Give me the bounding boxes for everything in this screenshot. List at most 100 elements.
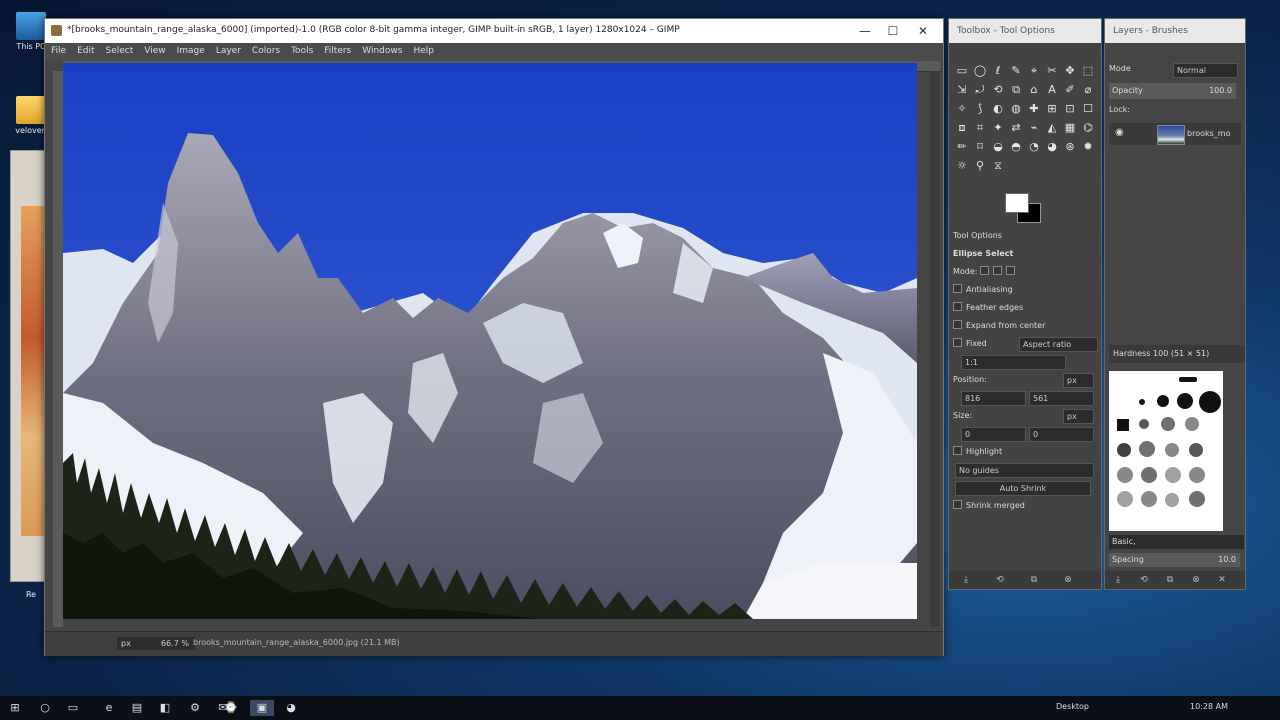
brush-item[interactable] xyxy=(1141,491,1157,507)
brush-item[interactable] xyxy=(1139,399,1145,405)
checkbox-icon[interactable] xyxy=(953,500,962,509)
tool-button[interactable]: ⌬ xyxy=(1079,118,1097,137)
brush-item[interactable] xyxy=(1141,467,1157,483)
highlight-option[interactable]: Highlight xyxy=(953,443,1099,461)
tool-button[interactable]: ⧈ xyxy=(953,118,971,137)
desktop-toolbar-label[interactable]: Desktop xyxy=(1056,702,1089,711)
position-unit-select[interactable]: px xyxy=(1063,373,1094,388)
tool-button[interactable]: ⌁ xyxy=(1025,118,1043,137)
menu-image[interactable]: Image xyxy=(171,43,210,56)
save-options-button[interactable]: ⤓ xyxy=(949,571,983,589)
reset-options-button[interactable]: ⊗ xyxy=(1051,571,1085,589)
tool-button[interactable]: ⊞ xyxy=(1043,99,1061,118)
restore-options-button[interactable]: ⟲ xyxy=(983,571,1017,589)
layer-row[interactable]: ◉ brooks_mo xyxy=(1109,123,1241,145)
taskbar-app-explorer[interactable]: ▤ xyxy=(128,700,146,716)
shrink-merged-option[interactable]: Shrink merged xyxy=(953,497,1099,515)
tool-button[interactable]: ⤾ xyxy=(971,80,989,99)
taskbar-app-edge[interactable]: e xyxy=(100,700,118,716)
guides-select[interactable]: No guides xyxy=(955,463,1094,478)
fixed-row[interactable]: Fixed Aspect ratio xyxy=(953,335,1099,353)
taskbar-app-clock[interactable]: ⌚ xyxy=(222,700,240,716)
tool-button[interactable]: ⊛ xyxy=(1061,137,1079,156)
antialiasing-option[interactable]: Antialiasing xyxy=(953,281,1099,299)
tool-button[interactable]: ✹ xyxy=(1079,137,1097,156)
brush-grid[interactable] xyxy=(1109,371,1223,531)
brush-item[interactable] xyxy=(1199,391,1221,413)
start-button[interactable]: ⊞ xyxy=(6,700,24,716)
menu-filters[interactable]: Filters xyxy=(318,43,356,56)
brush-item[interactable] xyxy=(1189,491,1205,507)
title-bar[interactable]: *[brooks_mountain_range_alaska_6000] (im… xyxy=(45,19,943,43)
checkbox-icon[interactable] xyxy=(953,338,962,347)
duplicate-options-button[interactable]: ⧉ xyxy=(1017,571,1051,589)
tool-button[interactable]: ☼ xyxy=(953,156,971,175)
tool-button[interactable]: ✂ xyxy=(1043,61,1061,80)
feather-edges-option[interactable]: Feather edges xyxy=(953,299,1099,317)
brush-item[interactable] xyxy=(1185,417,1199,431)
tool-button[interactable]: ✚ xyxy=(1025,99,1043,118)
brush-action-button[interactable]: ⊗ xyxy=(1183,571,1209,589)
tool-button[interactable]: ℓ xyxy=(989,61,1007,80)
tool-button[interactable]: ✎ xyxy=(1007,61,1025,80)
size-h-input[interactable]: 0 xyxy=(1029,427,1094,442)
tool-button[interactable]: ⟲ xyxy=(989,80,1007,99)
brush-item[interactable] xyxy=(1189,443,1203,457)
menu-layer[interactable]: Layer xyxy=(210,43,246,56)
brush-item[interactable] xyxy=(1165,493,1179,507)
search-button[interactable]: ○ xyxy=(36,700,54,716)
brush-item[interactable] xyxy=(1177,393,1193,409)
zoom-selector[interactable]: 66.7 % xyxy=(157,637,195,650)
tool-button[interactable]: ◯ xyxy=(971,61,989,80)
close-button[interactable]: ✕ xyxy=(909,22,937,40)
checkbox-icon[interactable] xyxy=(953,446,962,455)
brush-item[interactable] xyxy=(1139,441,1155,457)
gimp-image-window[interactable]: *[brooks_mountain_range_alaska_6000] (im… xyxy=(44,18,944,656)
tool-button[interactable]: ⌀ xyxy=(1079,80,1097,99)
tool-button[interactable]: ⇲ xyxy=(953,80,971,99)
layer-mode-select[interactable]: Normal xyxy=(1173,63,1238,78)
tool-button[interactable]: ⊡ xyxy=(1061,99,1079,118)
spacing-slider[interactable]: Spacing 10.0 xyxy=(1109,553,1240,567)
brush-item[interactable] xyxy=(1117,443,1131,457)
taskbar-app-gimp[interactable]: ▣ xyxy=(250,700,274,716)
position-x-input[interactable]: 816 xyxy=(961,391,1026,406)
position-y-input[interactable]: 561 xyxy=(1029,391,1094,406)
foreground-color-swatch[interactable] xyxy=(1005,193,1029,213)
vertical-ruler[interactable] xyxy=(53,71,63,627)
tool-button[interactable]: ◓ xyxy=(1007,137,1025,156)
desktop-icon-folder[interactable]: veloven xyxy=(14,96,48,135)
size-unit-select[interactable]: px xyxy=(1063,409,1094,424)
maximize-button[interactable]: ☐ xyxy=(879,22,907,40)
tool-button[interactable]: ⌗ xyxy=(971,118,989,137)
toolbox-dock-title[interactable]: Toolbox - Tool Options xyxy=(949,19,1101,43)
tool-button[interactable]: ⟆ xyxy=(971,99,989,118)
checkbox-icon[interactable] xyxy=(953,284,962,293)
layers-dock-title[interactable]: Layers - Brushes xyxy=(1105,19,1245,43)
brush-item[interactable] xyxy=(1179,377,1197,382)
minimize-button[interactable]: — xyxy=(851,22,879,40)
tool-button[interactable]: ⇄ xyxy=(1007,118,1025,137)
tool-button[interactable]: ⧖ xyxy=(989,156,1007,175)
mode-add-icon[interactable] xyxy=(993,266,1003,275)
brush-action-button[interactable]: ⤓ xyxy=(1105,571,1131,589)
tool-button[interactable]: ▭ xyxy=(953,61,971,80)
tool-button[interactable]: ✥ xyxy=(1061,61,1079,80)
menu-file[interactable]: File xyxy=(45,43,71,56)
tool-button[interactable]: ◕ xyxy=(1043,137,1061,156)
brush-item[interactable] xyxy=(1161,417,1175,431)
tool-button[interactable]: ⬚ xyxy=(1079,61,1097,80)
brush-item[interactable] xyxy=(1165,467,1181,483)
tool-button[interactable]: ✏ xyxy=(953,137,971,156)
size-w-input[interactable]: 0 xyxy=(961,427,1026,442)
auto-shrink-button[interactable]: Auto Shrink xyxy=(955,481,1091,496)
tool-button[interactable]: ◭ xyxy=(1043,118,1061,137)
tool-button[interactable]: ⌖ xyxy=(1025,61,1043,80)
tool-button[interactable]: ◐ xyxy=(989,99,1007,118)
mode-replace-icon[interactable] xyxy=(980,266,990,275)
menu-help[interactable]: Help xyxy=(407,43,439,56)
brush-action-button[interactable]: ✕ xyxy=(1209,571,1235,589)
tool-button[interactable]: ⚲ xyxy=(971,156,989,175)
fg-bg-colors[interactable] xyxy=(1005,193,1041,223)
tool-button[interactable]: ▦ xyxy=(1061,118,1079,137)
